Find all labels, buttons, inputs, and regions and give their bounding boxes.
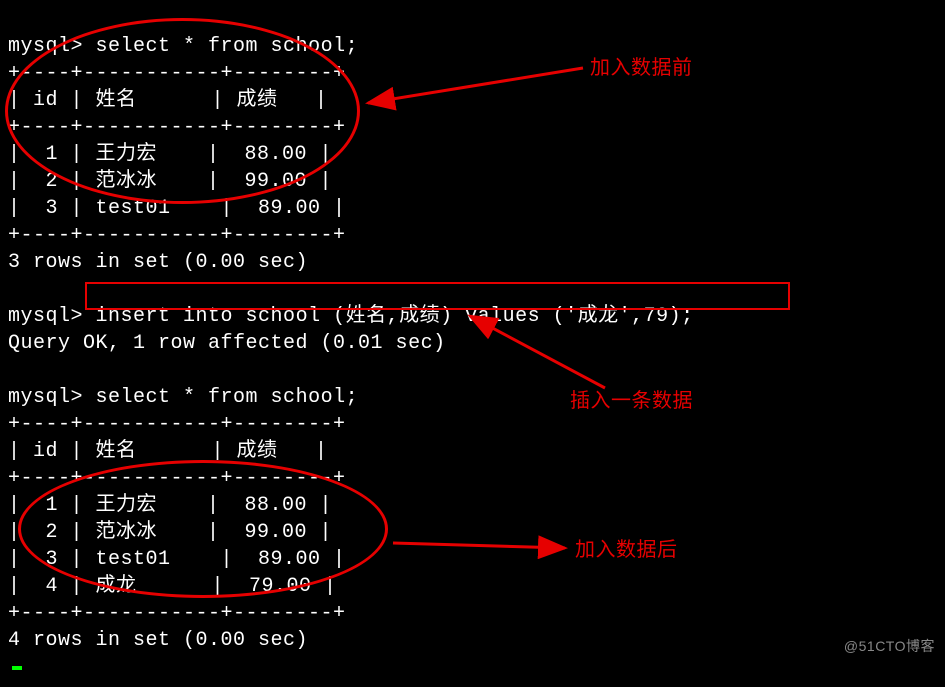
annotation-before: 加入数据前 (590, 55, 693, 82)
terminal-output: mysql> select * from school; +----+-----… (0, 0, 945, 687)
result-footer: 4 rows in set (0.00 sec) (8, 629, 308, 652)
table-row: | 4 | 成龙 | 79.00 | (8, 575, 337, 598)
table-row: | 1 | 王力宏 | 88.00 | (8, 143, 332, 166)
table-row: | 2 | 范冰冰 | 99.00 | (8, 521, 332, 544)
sql-select-1: select * from school; (96, 35, 359, 58)
table-sep: +----+-----------+--------+ (8, 602, 346, 625)
table-header: | id | 姓名 | 成绩 | (8, 440, 328, 463)
table-sep: +----+-----------+--------+ (8, 62, 346, 85)
table-sep: +----+-----------+--------+ (8, 413, 346, 436)
insert-result: Query OK, 1 row affected (0.01 sec) (8, 332, 446, 355)
annotation-after: 加入数据后 (575, 537, 678, 564)
cursor (12, 666, 22, 670)
sql-select-2: select * from school; (96, 386, 359, 409)
watermark: @51CTO博客 (844, 637, 935, 656)
table-row: | 2 | 范冰冰 | 99.00 | (8, 170, 332, 193)
annotation-insert: 插入一条数据 (570, 388, 693, 415)
prompt: mysql> (8, 35, 83, 58)
table-sep: +----+-----------+--------+ (8, 224, 346, 247)
table-header: | id | 姓名 | 成绩 | (8, 89, 328, 112)
result-footer: 3 rows in set (0.00 sec) (8, 251, 308, 274)
prompt: mysql> (8, 386, 83, 409)
table-row: | 1 | 王力宏 | 88.00 | (8, 494, 332, 517)
table-row: | 3 | test01 | 89.00 | (8, 197, 346, 220)
sql-insert: insert into school (姓名,成绩) values ('成龙',… (96, 305, 694, 328)
table-row: | 3 | test01 | 89.00 | (8, 548, 346, 571)
prompt: mysql> (8, 305, 83, 328)
table-sep: +----+-----------+--------+ (8, 116, 346, 139)
table-sep: +----+-----------+--------+ (8, 467, 346, 490)
